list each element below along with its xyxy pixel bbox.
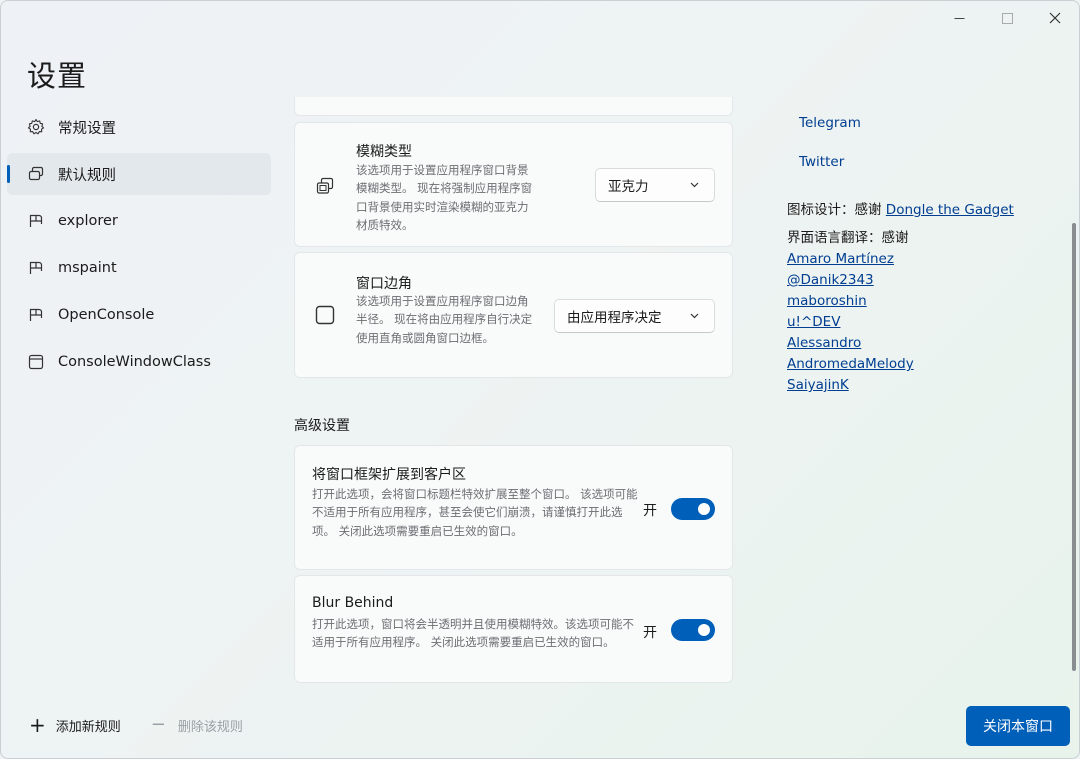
sidebar-item-label: 常规设置 xyxy=(58,120,116,137)
vertical-scrollbar[interactable] xyxy=(1072,223,1076,671)
chevron-down-icon xyxy=(690,182,699,188)
close-icon xyxy=(1049,12,1061,24)
translator-link[interactable]: SaiyajinK xyxy=(787,377,849,393)
setting-card-window-corner: 窗口边角 该选项用于设置应用程序窗口边角半径。 现在将由应用程序自行决定使用直角… xyxy=(294,252,733,378)
icon-credit-line: 图标设计：感谢 Dongle the Gadget xyxy=(787,200,1057,221)
add-rule-button[interactable]: + 添加新规则 xyxy=(29,715,121,735)
advanced-settings-header: 高级设置 xyxy=(294,418,350,434)
blur-behind-toggle[interactable] xyxy=(671,619,715,641)
copy-windows-icon xyxy=(27,165,45,183)
setting-title: Blur Behind xyxy=(312,595,394,611)
minus-icon: − xyxy=(150,714,166,735)
app-rule-icon xyxy=(27,259,45,277)
app-rule-icon xyxy=(27,212,45,230)
minimize-icon xyxy=(954,17,964,19)
gear-icon xyxy=(27,118,45,136)
settings-window: 设置 常规设置 默认规则 explorer mspaint OpenConsol… xyxy=(0,0,1080,759)
window-corner-dropdown[interactable]: 由应用程序决定 xyxy=(554,299,715,333)
icon-credit-text: 图标设计：感谢 xyxy=(787,202,886,218)
setting-description: 该选项用于设置应用程序窗口背景模糊类型。 现在将强制应用程序窗口背景使用实时渲染… xyxy=(356,163,533,233)
blur-type-value: 亚克力 xyxy=(608,179,649,195)
translator-link[interactable]: Alessandro xyxy=(787,335,861,351)
toggle-knob xyxy=(698,624,710,636)
maximize-button[interactable] xyxy=(983,1,1031,35)
minimize-button[interactable] xyxy=(935,1,983,35)
translation-credit-text: 界面语言翻译：感谢 xyxy=(787,230,909,246)
window-class-icon xyxy=(27,353,45,371)
maximize-icon xyxy=(1001,12,1013,24)
sidebar-item-mspaint[interactable]: mspaint xyxy=(7,247,271,289)
sidebar-item-openconsole[interactable]: OpenConsole xyxy=(7,294,271,336)
blur-type-dropdown[interactable]: 亚克力 xyxy=(595,168,715,202)
sidebar-item-label: 默认规则 xyxy=(58,167,116,184)
sidebar-item-default-rule[interactable]: 默认规则 xyxy=(7,153,271,195)
sidebar-item-general[interactable]: 常规设置 xyxy=(7,106,271,148)
delete-rule-button[interactable]: − 删除该规则 xyxy=(151,716,243,735)
app-rule-icon xyxy=(27,306,45,324)
add-rule-label: 添加新规则 xyxy=(55,719,121,735)
credits-section: 图标设计：感谢 Dongle the Gadget 界面语言翻译：感谢 Amar… xyxy=(787,200,1057,396)
sidebar-item-explorer[interactable]: explorer xyxy=(7,200,271,242)
close-window-button[interactable] xyxy=(1031,1,1079,35)
previous-setting-card xyxy=(294,97,733,116)
page-title: 设置 xyxy=(27,59,88,93)
close-window-label: 关闭本窗口 xyxy=(983,719,1053,735)
translator-link[interactable]: u!^DEV xyxy=(787,314,840,330)
rule-actions: + 添加新规则 − 删除该规则 xyxy=(29,715,243,735)
toggle-state-label: 开 xyxy=(643,625,657,641)
toggle-knob xyxy=(698,503,710,515)
sidebar-item-consolewindowclass[interactable]: ConsoleWindowClass xyxy=(7,341,271,383)
setting-description: 该选项用于设置应用程序窗口边角半径。 现在将由应用程序自行决定使用直角或圆角窗口… xyxy=(356,294,533,345)
setting-description: 打开此选项，会将窗口标题栏特效扩展至整个窗口。 该选项可能不适用于所有应用程序，… xyxy=(312,487,638,538)
extend-frame-toggle[interactable] xyxy=(671,498,715,520)
setting-card-blur-type: 模糊类型 该选项用于设置应用程序窗口背景模糊类型。 现在将强制应用程序窗口背景使… xyxy=(294,122,733,247)
setting-card-extend-frame: 将窗口框架扩展到客户区 打开此选项，会将窗口标题栏特效扩展至整个窗口。 该选项可… xyxy=(294,445,733,570)
setting-card-blur-behind: Blur Behind 打开此选项，窗口将会半透明并且使用模糊特效。该选项可能不… xyxy=(294,575,733,683)
icon-designer-link[interactable]: Dongle the Gadget xyxy=(886,202,1014,218)
chevron-down-icon xyxy=(690,313,699,319)
translator-link[interactable]: Amaro Martínez xyxy=(787,251,894,267)
translator-link[interactable]: @Danik2343 xyxy=(787,272,874,288)
setting-title: 窗口边角 xyxy=(356,276,412,292)
sidebar-item-label: ConsoleWindowClass xyxy=(58,354,211,370)
window-corner-value: 由应用程序决定 xyxy=(567,310,662,326)
plus-icon: + xyxy=(29,713,46,737)
translator-link[interactable]: AndromedaMelody xyxy=(787,356,914,372)
translator-link[interactable]: maboroshin xyxy=(787,293,867,309)
sidebar-item-label: OpenConsole xyxy=(58,307,155,323)
copy-windows-icon xyxy=(315,176,335,200)
sidebar-nav: 常规设置 默认规则 explorer mspaint OpenConsole C… xyxy=(7,106,271,388)
delete-rule-label: 删除该规则 xyxy=(177,719,243,735)
telegram-link[interactable]: Telegram xyxy=(799,115,861,131)
sidebar-item-label: explorer xyxy=(58,213,118,229)
setting-description: 打开此选项，窗口将会半透明并且使用模糊特效。该选项可能不适用于所有应用程序。 关… xyxy=(312,617,634,650)
sidebar-item-label: mspaint xyxy=(58,260,117,276)
toggle-state-label: 开 xyxy=(643,503,657,519)
twitter-link[interactable]: Twitter xyxy=(799,154,844,170)
close-window-primary-button[interactable]: 关闭本窗口 xyxy=(966,706,1070,746)
setting-title: 模糊类型 xyxy=(356,144,412,160)
square-corner-icon xyxy=(315,305,335,329)
caption-buttons xyxy=(935,1,1079,35)
setting-title: 将窗口框架扩展到客户区 xyxy=(312,467,466,483)
